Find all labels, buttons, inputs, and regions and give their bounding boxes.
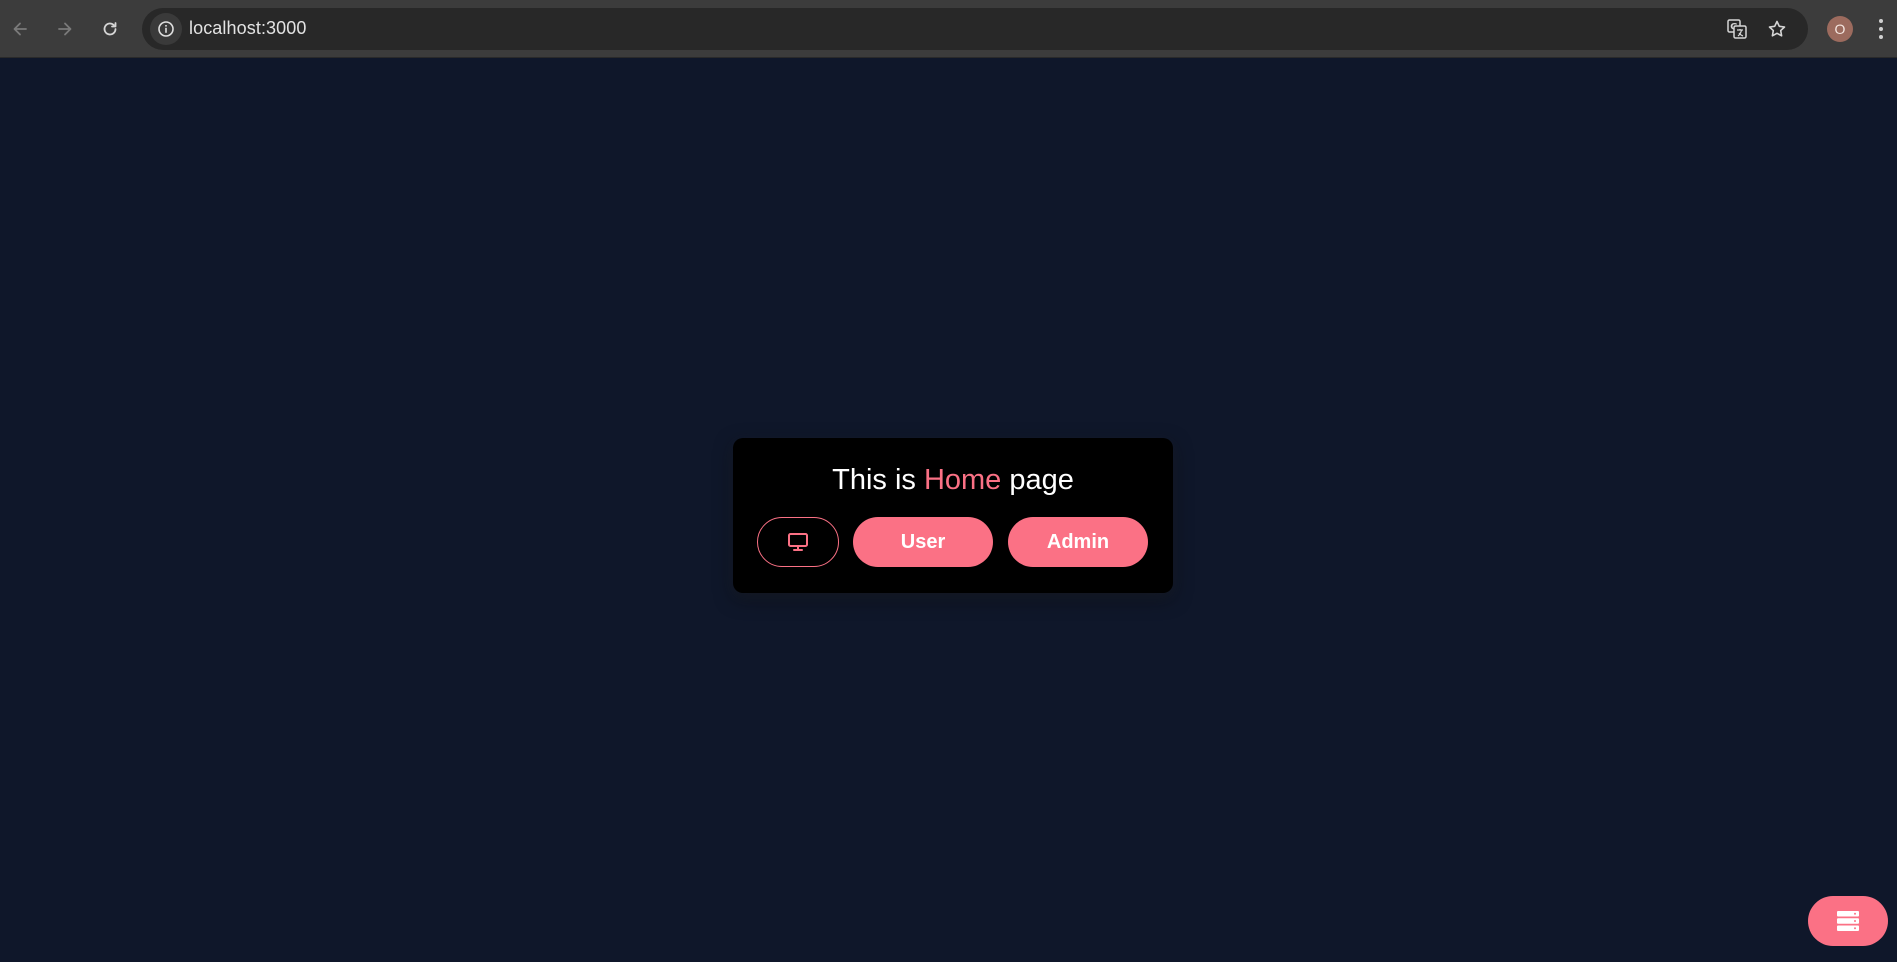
translate-button[interactable]: G <box>1725 17 1749 41</box>
monitor-icon <box>788 533 808 551</box>
user-button[interactable]: User <box>853 517 993 567</box>
reload-button[interactable] <box>92 11 128 47</box>
admin-button[interactable]: Admin <box>1008 517 1148 567</box>
reload-icon <box>103 22 117 36</box>
site-info-button[interactable] <box>150 13 182 45</box>
arrow-right-icon <box>58 22 72 36</box>
title-prefix: This is <box>832 464 924 496</box>
kebab-menu-icon[interactable] <box>1874 17 1888 41</box>
back-button[interactable] <box>2 11 38 47</box>
address-bar[interactable]: localhost:3000 G <box>142 8 1808 50</box>
forward-button[interactable] <box>47 11 83 47</box>
title-highlight: Home <box>923 464 1002 496</box>
url-text[interactable]: localhost:3000 <box>189 18 307 39</box>
home-card: This is Home page User Admin <box>733 438 1173 593</box>
translate-icon: G <box>1727 19 1747 39</box>
profile-avatar[interactable]: O <box>1827 16 1853 42</box>
arrow-left-icon <box>13 22 27 36</box>
theme-toggle-button[interactable] <box>757 517 839 567</box>
browser-toolbar: localhost:3000 G O <box>0 0 1897 58</box>
info-icon <box>158 21 174 37</box>
title-suffix: page <box>1001 464 1074 496</box>
server-stack-icon <box>1837 911 1859 931</box>
bookmark-button[interactable] <box>1765 17 1789 41</box>
floating-action-button[interactable] <box>1808 896 1888 946</box>
star-icon <box>1768 20 1786 37</box>
page-title: This is Home page <box>733 464 1173 497</box>
page-viewport: This is Home page User Admin <box>0 58 1897 962</box>
